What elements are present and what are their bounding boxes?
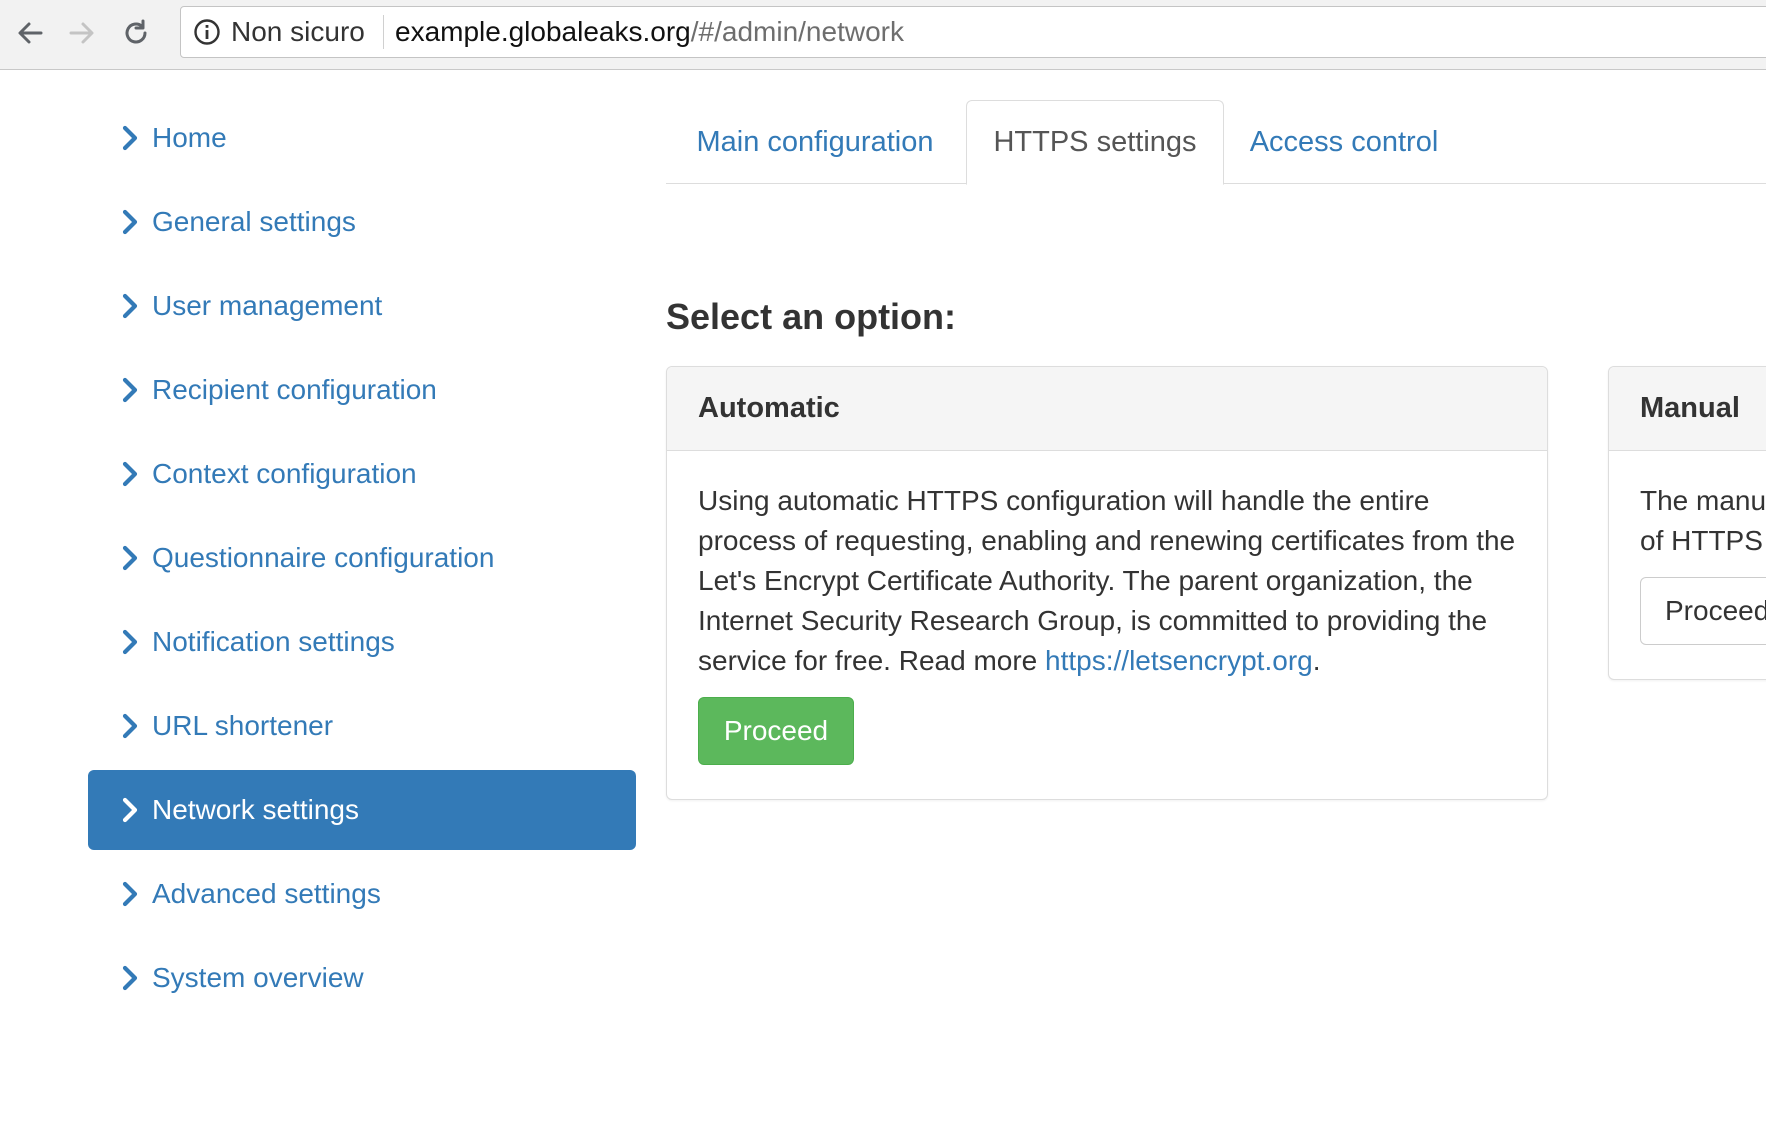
sidebar-item-label: Home	[152, 122, 227, 153]
chevron-right-icon	[122, 713, 138, 739]
address-bar[interactable]: Non sicuro example.globaleaks.org/#/admi…	[180, 6, 1766, 58]
sidebar-item-system-overview[interactable]: System overview	[88, 938, 636, 1018]
chevron-right-icon	[122, 293, 138, 319]
arrow-left-icon	[18, 22, 43, 44]
url-host: example.globaleaks.org	[395, 16, 691, 47]
sidebar-item-label: General settings	[152, 206, 356, 237]
tab-label: Main configuration	[696, 125, 934, 158]
url-path: /#/admin/network	[690, 16, 904, 47]
network-tabs: Main configuration HTTPS settings Access…	[666, 100, 1766, 185]
sidebar-item-label: URL shortener	[152, 710, 334, 741]
automatic-text-end: .	[1312, 645, 1321, 676]
tab-main-configuration[interactable]: Main configuration	[666, 100, 964, 184]
manual-text-line-2: of HTTPS	[1640, 525, 1763, 556]
sidebar-item-context-configuration[interactable]: Context configuration	[88, 434, 636, 514]
tab-https-settings[interactable]: HTTPS settings	[966, 100, 1224, 185]
proceed-manual-button[interactable]: Proceed	[1640, 577, 1766, 645]
automatic-panel-title: Automatic	[667, 367, 1547, 451]
proceed-automatic-button[interactable]: Proceed	[698, 697, 854, 765]
back-button[interactable]	[10, 13, 50, 53]
sidebar-item-recipient-configuration[interactable]: Recipient configuration	[88, 350, 636, 430]
chevron-right-icon	[122, 965, 138, 991]
automatic-panel-body: Using automatic HTTPS configuration will…	[667, 451, 1547, 795]
manual-panel-title: Manual	[1609, 367, 1766, 451]
chevron-right-icon	[122, 377, 138, 403]
tab-access-control[interactable]: Access control	[1224, 100, 1464, 184]
manual-text-line-1: The manu	[1640, 485, 1766, 516]
address-separator	[383, 15, 384, 49]
sidebar-item-notification-settings[interactable]: Notification settings	[88, 602, 636, 682]
sidebar-item-general-settings[interactable]: General settings	[88, 182, 636, 262]
sidebar-item-label: Questionnaire configuration	[152, 542, 495, 573]
forward-button[interactable]	[62, 13, 102, 53]
manual-panel-body: The manu of HTTPS Proceed	[1609, 451, 1766, 675]
automatic-description: Using automatic HTTPS configuration will…	[698, 481, 1528, 681]
info-circle-icon	[194, 19, 220, 45]
reload-button[interactable]	[116, 13, 156, 53]
chevron-right-icon	[122, 629, 138, 655]
tab-label: Access control	[1249, 125, 1439, 158]
arrow-right-icon	[69, 22, 94, 44]
sidebar-item-label: User management	[152, 290, 383, 321]
admin-sidebar: Home General settings User management Recip…	[88, 98, 636, 1022]
sidebar-item-url-shortener[interactable]: URL shortener	[88, 686, 636, 766]
sidebar-item-label: Network settings	[152, 794, 359, 825]
sidebar-item-label: Notification settings	[152, 626, 395, 657]
chevron-right-icon	[122, 209, 138, 235]
sidebar-item-label: Advanced settings	[152, 878, 381, 909]
security-label: Non sicuro	[231, 16, 365, 47]
sidebar-item-questionnaire-configuration[interactable]: Questionnaire configuration	[88, 518, 636, 598]
chevron-right-icon	[122, 461, 138, 487]
automatic-panel: Automatic Using automatic HTTPS configur…	[666, 366, 1548, 800]
tab-label: HTTPS settings	[993, 126, 1197, 158]
reload-icon	[125, 19, 147, 44]
sidebar-item-advanced-settings[interactable]: Advanced settings	[88, 854, 636, 934]
sidebar-item-label: System overview	[152, 962, 364, 993]
chevron-right-icon	[122, 545, 138, 571]
sidebar-item-label: Recipient configuration	[152, 374, 437, 405]
sidebar-item-network-settings[interactable]: Network settings	[88, 770, 636, 850]
chevron-right-icon	[122, 797, 138, 823]
browser-toolbar: Non sicuro example.globaleaks.org/#/admi…	[0, 0, 1766, 70]
security-indicator[interactable]: Non sicuro	[193, 16, 365, 47]
letsencrypt-link[interactable]: https://letsencrypt.org	[1045, 645, 1313, 676]
chevron-right-icon	[122, 881, 138, 907]
url-text[interactable]: example.globaleaks.org/#/admin/network	[395, 16, 904, 48]
sidebar-item-user-management[interactable]: User management	[88, 266, 636, 346]
page-heading: Select an option:	[666, 296, 957, 337]
manual-panel: Manual The manu of HTTPS Proceed	[1608, 366, 1766, 680]
chevron-right-icon	[122, 125, 138, 151]
sidebar-item-home[interactable]: Home	[88, 98, 636, 178]
sidebar-item-label: Context configuration	[152, 458, 417, 489]
